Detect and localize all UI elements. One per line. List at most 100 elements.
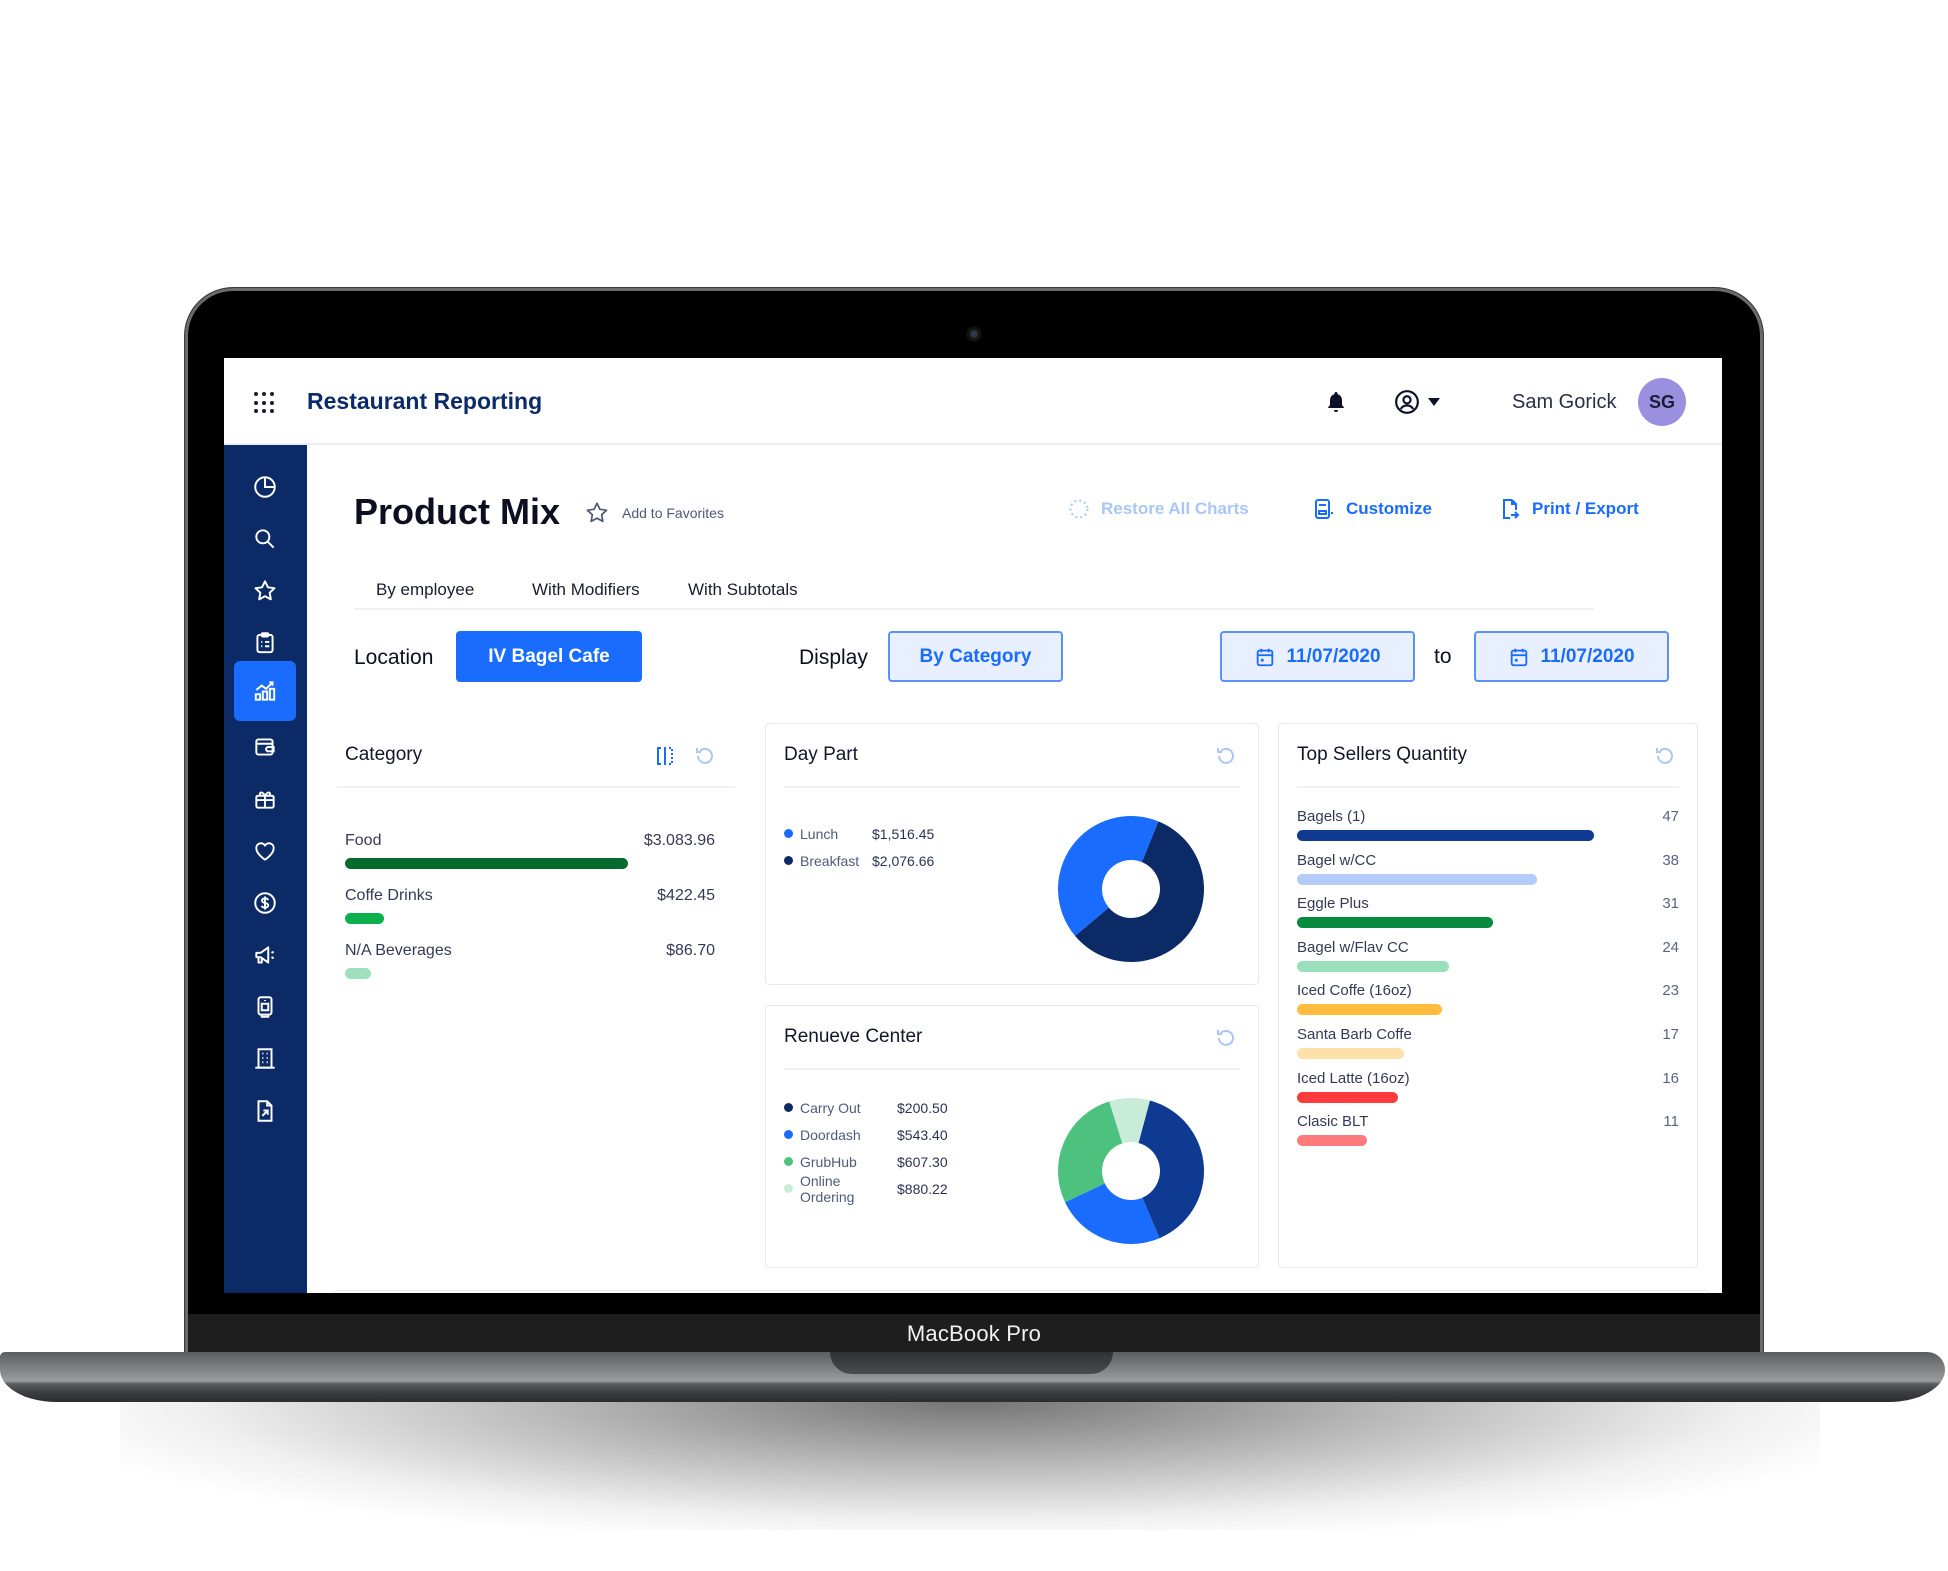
next-card-edge (334, 1290, 1709, 1293)
legend-value: $880.22 (897, 1180, 948, 1197)
building-icon (255, 1048, 275, 1069)
legend-swatch (784, 829, 793, 838)
legend-item: GrubHub $607.30 (784, 1148, 948, 1175)
search-icon (255, 529, 275, 549)
refresh-icon[interactable] (1653, 744, 1677, 768)
calendar-icon (1257, 648, 1274, 666)
sidebar-item-favorites[interactable] (234, 561, 296, 621)
add-to-favorites[interactable]: Add to Favorites (584, 500, 724, 526)
donut-slice-grubhub[interactable] (1058, 1101, 1123, 1203)
category-bar-label: N/A Beverages (345, 942, 452, 959)
day-part-card-tools (1214, 744, 1238, 768)
wallet-icon (255, 738, 275, 756)
category-bar-value: $86.70 (666, 942, 715, 959)
megaphone-icon (255, 946, 275, 964)
print-export-label: Print / Export (1532, 499, 1639, 518)
print-export-button[interactable]: Print / Export (1498, 497, 1639, 521)
category-bar-row: N/A Beverages $86.70 (345, 942, 715, 992)
location-label: Location (354, 646, 434, 669)
display-select[interactable]: By Category (888, 631, 1063, 682)
legend-value: $2,076.66 (872, 852, 935, 869)
split-view-icon[interactable] (653, 744, 677, 768)
top-seller-quantity: 16 (1662, 1069, 1679, 1087)
top-seller-quantity: 23 (1662, 982, 1679, 1000)
dollar-icon (254, 892, 276, 914)
top-seller-bar (1297, 1091, 1399, 1103)
sidebar-item-payments[interactable] (234, 873, 296, 933)
top-seller-label: Clasic BLT (1297, 1113, 1369, 1131)
caret-down-icon (1428, 398, 1440, 406)
sidebar-item-exports[interactable] (234, 1081, 296, 1141)
top-seller-label: Bagel w/Flav CC (1297, 938, 1409, 956)
restore-all-charts-button[interactable]: Restore All Charts (1067, 497, 1249, 521)
calendar-icon (1511, 648, 1528, 666)
legend-swatch (784, 1184, 793, 1193)
legend-label: Lunch (800, 825, 839, 842)
restore-icon (1069, 499, 1089, 519)
laptop-notch (830, 1352, 1113, 1374)
analytics-icon (254, 681, 276, 701)
avatar[interactable]: SG (1638, 378, 1686, 426)
refresh-icon[interactable] (693, 744, 717, 768)
top-seller-bar (1297, 960, 1449, 972)
category-bar-row: Food $3.083.96 (345, 832, 715, 882)
top-seller-label: Iced Coffe (16oz) (1297, 982, 1412, 1000)
category-bar-value: $422.45 (657, 887, 715, 904)
refresh-icon[interactable] (1214, 1026, 1238, 1050)
top-seller-row: Clasic BLT 11 (1297, 1113, 1679, 1167)
top-sellers-card-tools (1653, 744, 1677, 768)
revenue-center-card-title: Renueve Center (784, 1026, 923, 1047)
customize-button[interactable]: Customize (1312, 497, 1432, 521)
date-from-value: 11/07/2020 (1286, 645, 1381, 667)
legend-label: Online Ordering (800, 1172, 855, 1205)
heart-icon (255, 842, 275, 861)
date-to-picker[interactable]: 11/07/2020 (1474, 631, 1669, 682)
category-bar (345, 858, 628, 869)
bell-icon[interactable] (1324, 390, 1348, 414)
tab-with-subtotals[interactable]: With Subtotals (688, 580, 798, 600)
account-menu[interactable] (1394, 389, 1440, 415)
category-bar-value: $3.083.96 (643, 832, 715, 849)
top-seller-quantity: 11 (1663, 1113, 1679, 1131)
sidebar-item-devices[interactable] (234, 977, 296, 1037)
day-part-legend: Lunch $1,516.45 Breakfast $2,076.66 (784, 820, 934, 874)
category-bar-row: Coffe Drinks $422.45 (345, 887, 715, 937)
star-icon (254, 580, 276, 601)
terminal-icon (257, 996, 273, 1018)
refresh-icon[interactable] (1214, 744, 1238, 768)
tab-with-modifiers[interactable]: With Modifiers (532, 580, 640, 600)
revenue-center-card: Renueve Center Carry Out $200.50 Doordash $… (765, 1005, 1259, 1268)
app-title: Restaurant Reporting (307, 388, 543, 414)
top-bar: Restaurant Reporting Sam Gorick SG (224, 358, 1722, 445)
top-seller-quantity: 31 (1662, 895, 1679, 913)
gift-icon (255, 791, 275, 809)
tab-by-employee[interactable]: By employee (376, 580, 474, 600)
sidebar-item-locations[interactable] (234, 1029, 296, 1089)
legend-value: $1,516.45 (872, 825, 935, 842)
top-seller-bar (1297, 1135, 1367, 1147)
sidebar-item-wallet[interactable] (234, 717, 296, 777)
top-seller-bar (1297, 873, 1538, 885)
category-bar-label: Food (345, 832, 382, 849)
report-tabs: By employee With Modifiers With Subtotal… (354, 570, 1594, 610)
sidebar-item-analytics[interactable] (234, 661, 296, 721)
sidebar-item-gift-cards[interactable] (234, 769, 296, 829)
location-select[interactable]: IV Bagel Cafe (456, 631, 642, 682)
user-name: Sam Gorick (1512, 391, 1617, 413)
legend-value: $200.50 (897, 1099, 948, 1116)
top-seller-label: Bagel w/CC (1297, 851, 1377, 869)
device-label: MacBook Pro (906, 1321, 1042, 1346)
day-part-card-title: Day Part (784, 744, 858, 765)
sidebar-item-loyalty[interactable] (234, 821, 296, 881)
category-bar (345, 968, 371, 979)
sidebar-item-search[interactable] (234, 509, 296, 569)
date-from-picker[interactable]: 11/07/2020 (1220, 631, 1415, 682)
customize-icon (1315, 499, 1333, 519)
apps-grid-icon[interactable] (254, 392, 276, 414)
card-divider (784, 786, 1240, 788)
legend-swatch (784, 1130, 793, 1139)
sidebar-item-marketing[interactable] (234, 925, 296, 985)
legend-swatch (784, 856, 793, 865)
sidebar-item-overview[interactable] (234, 457, 296, 517)
top-seller-label: Bagels (1) (1297, 808, 1366, 825)
